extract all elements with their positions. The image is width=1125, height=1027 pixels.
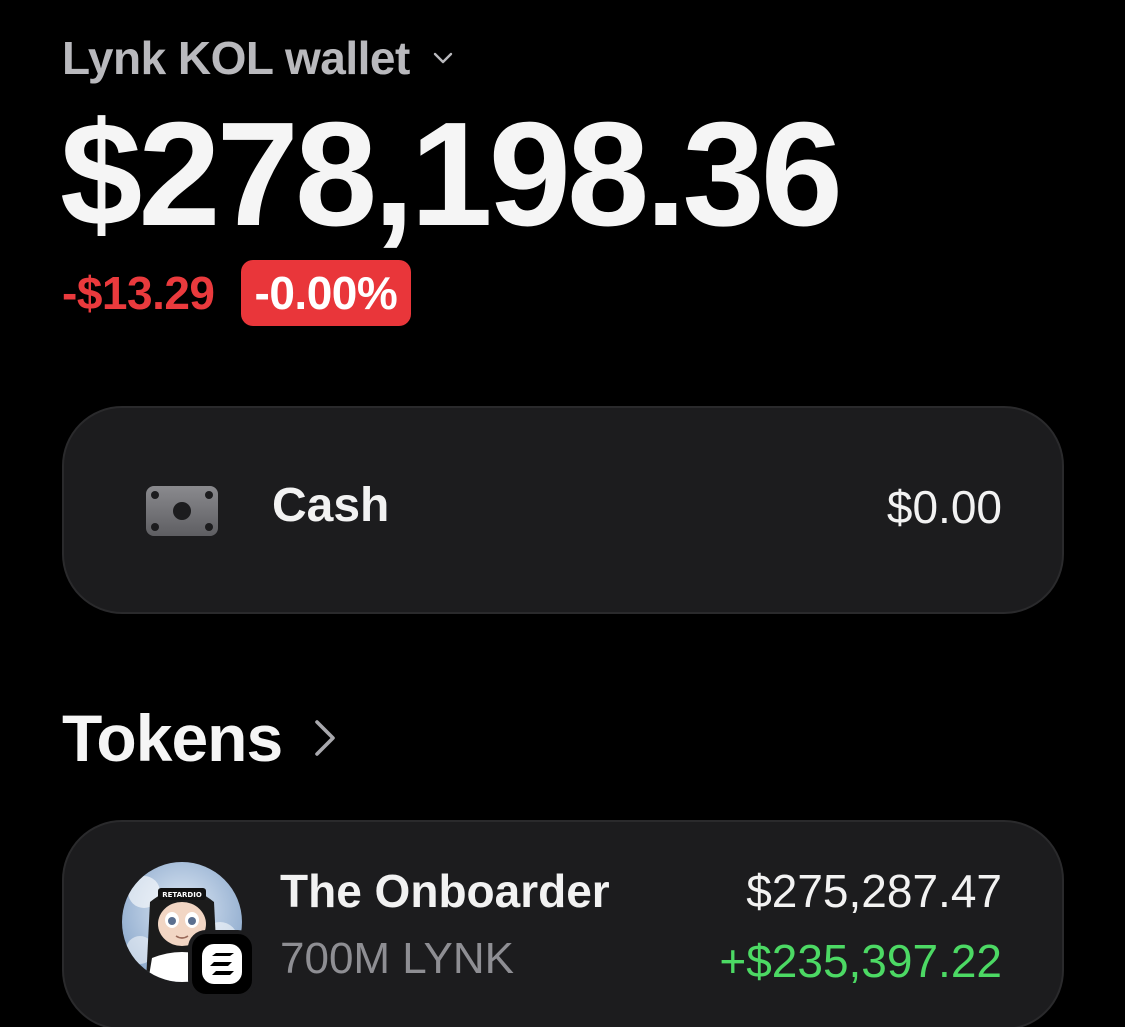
token-row[interactable]: RETARDIO The Onboarder 700M LYNK $275,28… [62, 820, 1064, 1027]
change-percent-badge: -0.00% [240, 260, 412, 326]
chevron-right-icon [315, 720, 335, 756]
token-change: +$235,397.22 [719, 935, 1002, 987]
balance-change: -$13.29 -0.00% [62, 260, 412, 326]
tokens-title: Tokens [62, 701, 283, 775]
cash-value: $0.00 [886, 481, 1002, 533]
solana-icon [188, 930, 256, 998]
wallet-screen: Lynk KOL wallet $278,198.36 -$13.29 -0.0… [0, 0, 1125, 1027]
chevron-down-icon [433, 52, 453, 64]
token-name: The Onboarder [280, 865, 610, 917]
token-value: $275,287.47 [746, 865, 1002, 917]
cash-label: Cash [272, 479, 390, 532]
cash-card[interactable]: Cash $0.00 [62, 406, 1064, 614]
wallet-selector[interactable]: Lynk KOL wallet [62, 28, 454, 88]
wallet-name: Lynk KOL wallet [62, 32, 410, 84]
token-amount: 700M LYNK [280, 934, 514, 983]
change-amount: -$13.29 [62, 267, 215, 319]
total-balance: $278,198.36 [60, 92, 843, 257]
tokens-header[interactable]: Tokens [62, 700, 338, 776]
svg-text:RETARDIO: RETARDIO [162, 891, 202, 899]
cash-icon [146, 486, 218, 536]
